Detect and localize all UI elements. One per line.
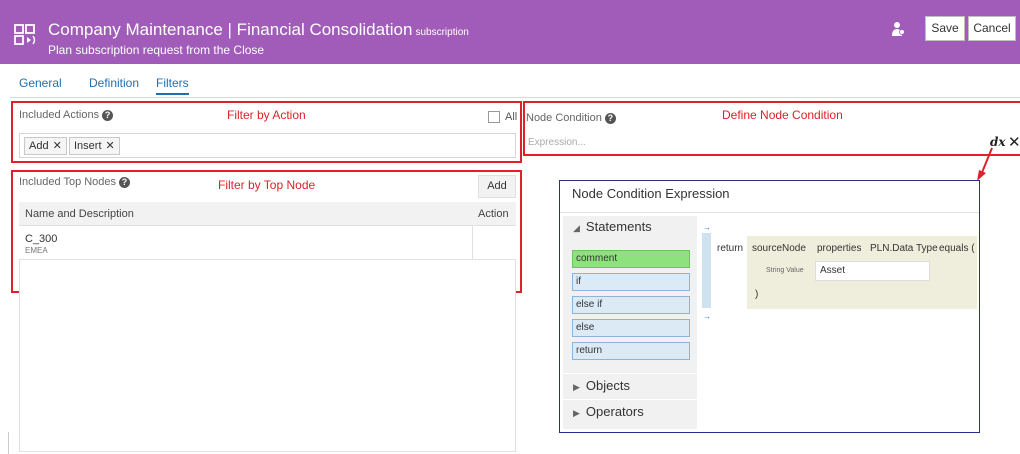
block-palette: ◢ Statements comment if else if else retu… [563, 216, 697, 429]
insert-arrow-icon: → [703, 312, 711, 321]
page-subtitle: Plan subscription request from the Close [48, 43, 265, 57]
included-actions-field[interactable]: Add ✕ Insert ✕ [19, 133, 516, 158]
cancel-button[interactable]: Cancel [968, 16, 1016, 41]
token-field[interactable]: PLN.Data Type [870, 243, 938, 254]
expression-block[interactable]: sourceNode properties PLN.Data Type equa… [747, 236, 977, 309]
insert-arrow-icon: → [703, 223, 711, 232]
all-actions-checkbox[interactable] [488, 111, 500, 123]
statement-else-if[interactable]: else if [572, 296, 690, 314]
expression-input[interactable] [525, 132, 1020, 154]
included-actions-label: Included Actions? [19, 109, 114, 121]
help-icon[interactable]: ? [102, 110, 114, 121]
tab-bar: General Definition Filters [0, 64, 1020, 98]
collapse-triangle-icon: ◢ [573, 223, 580, 233]
included-top-nodes-label: Included Top Nodes? [19, 176, 131, 188]
expression-placeholder: Expression... [528, 137, 586, 148]
help-icon[interactable]: ? [604, 113, 616, 124]
node-condition-label: Node Condition? [526, 112, 616, 124]
token-equals[interactable]: equals ( [939, 243, 975, 254]
statement-return[interactable]: return [572, 342, 690, 360]
expand-triangle-icon: ▶ [573, 408, 580, 418]
row-name: C_300 [25, 233, 58, 245]
operators-category[interactable]: ▶ Operators [573, 404, 644, 419]
statement-if[interactable]: if [572, 273, 690, 291]
remove-chip-icon[interactable]: ✕ [53, 140, 62, 152]
annotation-arrow-icon [977, 147, 993, 181]
node-condition-expression-editor: Node Condition Expression ◢ Statements co… [559, 180, 980, 433]
return-keyword: return [717, 243, 744, 254]
save-button[interactable]: Save [925, 16, 965, 41]
column-header-name[interactable]: Name and Description [25, 208, 134, 220]
objects-category[interactable]: ▶ Objects [573, 378, 630, 393]
statements-category[interactable]: ◢ Statements [573, 219, 652, 234]
filter-by-action-annotation: Filter by Action [227, 108, 306, 122]
all-actions-label: All [505, 111, 518, 123]
table-row[interactable]: C_300 EMEA [19, 226, 516, 260]
user-icon[interactable] [891, 21, 905, 37]
column-header-action[interactable]: Action [478, 208, 509, 220]
define-node-condition-annotation: Define Node Condition [722, 108, 843, 122]
row-description: EMEA [25, 246, 48, 255]
editor-divider [560, 212, 979, 213]
tab-general[interactable]: General [19, 76, 62, 90]
top-nodes-grid-empty-area [19, 260, 516, 452]
token-close-paren: ) [755, 289, 759, 300]
remove-chip-icon[interactable]: ✕ [106, 140, 115, 152]
tabs-divider [10, 97, 1020, 98]
page-title-suffix: subscription [415, 27, 469, 38]
tab-definition[interactable]: Definition [89, 76, 139, 90]
expand-triangle-icon: ▶ [573, 382, 580, 392]
table-header: Name and Description Action [19, 202, 516, 226]
string-value-label: String Value [766, 267, 804, 274]
action-chip-insert: Insert ✕ [69, 137, 120, 155]
editor-title: Node Condition Expression [572, 186, 730, 201]
string-value-input[interactable]: Asset [815, 261, 930, 281]
help-icon[interactable]: ? [119, 177, 131, 188]
app-header: Company Maintenance | Financial Consolid… [0, 0, 1020, 64]
panel-edge [8, 432, 9, 454]
statement-else[interactable]: else [572, 319, 690, 337]
tab-filters[interactable]: Filters [156, 76, 189, 95]
subscription-app-icon [14, 24, 36, 45]
action-chip-add: Add ✕ [24, 137, 67, 155]
palette-divider [563, 373, 697, 374]
token-properties[interactable]: properties [817, 243, 861, 254]
filter-by-top-node-annotation: Filter by Top Node [218, 178, 316, 192]
row-divider [472, 226, 473, 260]
statement-comment[interactable]: comment [572, 250, 690, 268]
close-icon[interactable]: ✕ [1008, 133, 1020, 151]
return-block-handle[interactable] [702, 233, 711, 308]
token-source-node[interactable]: sourceNode [752, 243, 806, 254]
add-top-node-button[interactable]: Add [478, 175, 516, 198]
palette-divider [563, 399, 697, 400]
page-title: Company Maintenance | Financial Consolid… [48, 20, 469, 39]
